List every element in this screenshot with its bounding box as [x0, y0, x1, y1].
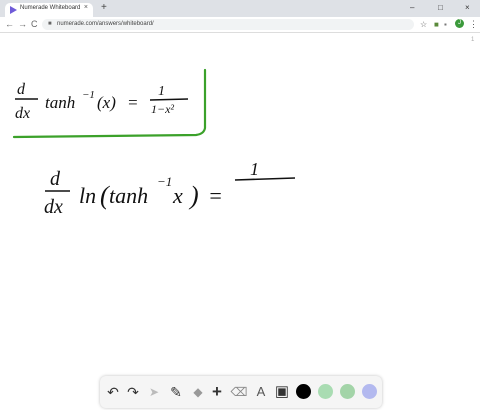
exponent: −1: [82, 89, 95, 101]
close-window-icon[interactable]: ×: [465, 2, 470, 14]
color-green-swatch[interactable]: [340, 384, 355, 399]
new-tab-button[interactable]: +: [101, 2, 107, 14]
exponent: −1: [157, 174, 172, 189]
image-icon[interactable]: ▣: [273, 383, 291, 401]
color-mint-swatch[interactable]: [318, 384, 333, 399]
tanh-text: tanh: [45, 93, 75, 112]
url-text: numerade.com/answers/whiteboard/: [57, 21, 154, 27]
tab-close-icon[interactable]: ×: [84, 4, 88, 11]
back-icon[interactable]: ←: [5, 18, 14, 30]
dx-denominator: dx: [15, 105, 30, 122]
d-numerator: d: [17, 81, 26, 98]
dx-denominator: dx: [44, 196, 63, 218]
color-black-swatch[interactable]: [296, 384, 311, 399]
formula-line-2: d dx ln ( tanh −1 x ) = 1: [44, 159, 296, 218]
browser-toolbar: ← → C ■ numerade.com/answers/whiteboard/…: [0, 17, 480, 33]
result-denominator: 1−x²: [151, 102, 174, 116]
whiteboard-canvas[interactable]: d dx tanh −1 (x) = 1 1−x² d dx ln ( tanh…: [0, 33, 480, 410]
redo-icon[interactable]: ↷: [124, 383, 142, 401]
tab-numerade-whiteboard[interactable]: Numerade Whiteboard ×: [5, 3, 93, 17]
result-numerator: 1: [250, 159, 259, 179]
color-lavender-swatch[interactable]: [362, 384, 377, 399]
x-variable: x: [172, 183, 183, 208]
tanh-text: tanh: [109, 183, 148, 208]
avatar[interactable]: J: [455, 19, 464, 28]
menu-icon[interactable]: ⋮: [469, 18, 478, 30]
d-numerator: d: [50, 168, 61, 190]
address-bar[interactable]: ■ numerade.com/answers/whiteboard/: [42, 19, 414, 30]
maximize-icon[interactable]: □: [438, 2, 443, 14]
undo-icon[interactable]: ↶: [104, 383, 122, 401]
pointer-icon[interactable]: ➤: [145, 383, 163, 401]
minimize-icon[interactable]: –: [410, 2, 414, 14]
whiteboard-toolbar: ↶ ↷ ➤ ✎ ◆ + ⌫ A ▣: [100, 376, 382, 408]
formula-line-1: d dx tanh −1 (x) = 1 1−x²: [15, 81, 189, 122]
equals: =: [127, 93, 138, 112]
argument: (x): [97, 93, 116, 112]
result-numerator: 1: [158, 84, 165, 99]
shapes-icon[interactable]: ◆: [189, 383, 207, 401]
extension-icon[interactable]: ■: [434, 19, 439, 30]
tab-title: Numerade Whiteboard: [20, 5, 81, 11]
star-icon[interactable]: ☆: [420, 19, 427, 30]
equals: =: [208, 183, 223, 208]
extension-puzzle-icon[interactable]: ▪: [444, 19, 447, 30]
reload-icon[interactable]: C: [31, 18, 38, 30]
pen-icon[interactable]: ✎: [167, 383, 185, 401]
close-paren: ): [188, 181, 199, 210]
ln-text: ln: [79, 183, 96, 208]
forward-icon[interactable]: →: [18, 18, 27, 30]
numerade-favicon-icon: [10, 6, 17, 14]
result-fraction-bar: [149, 98, 189, 101]
eraser-icon[interactable]: ⌫: [230, 383, 248, 401]
add-icon[interactable]: +: [208, 383, 226, 401]
lock-icon: ■: [48, 21, 52, 27]
result-fraction-bar: [234, 177, 296, 181]
tab-bar: Numerade Whiteboard × + – □ ×: [0, 0, 480, 17]
text-icon[interactable]: A: [252, 383, 270, 401]
